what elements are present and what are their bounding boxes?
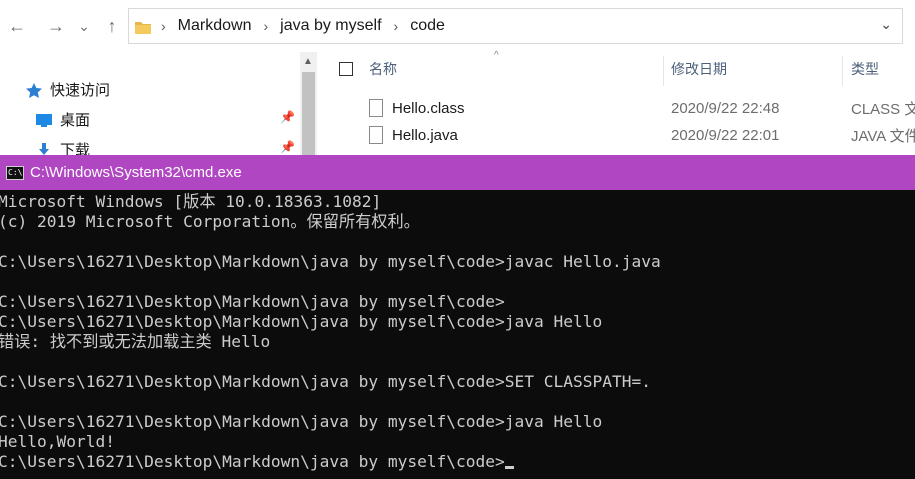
- star-icon: [26, 82, 42, 98]
- console-line: (c) 2019 Microsoft Corporation。保留所有权利。: [0, 212, 420, 231]
- console-line: C:\Users\16271\Desktop\Markdown\java by …: [0, 252, 661, 271]
- command-prompt-window[interactable]: C:\ C:\Windows\System32\cmd.exe Microsof…: [0, 155, 915, 479]
- chevron-right-icon: ›: [161, 18, 166, 34]
- file-date: 2020/9/22 22:48: [671, 99, 780, 117]
- console-line: Microsoft Windows [版本 10.0.18363.1082]: [0, 192, 382, 211]
- chevron-right-icon[interactable]: ›: [394, 18, 399, 34]
- sort-ascending-icon: ^: [494, 50, 499, 61]
- back-arrow-icon: ←: [8, 15, 26, 36]
- column-header-date[interactable]: 修改日期: [671, 52, 727, 86]
- sidebar-item-quick-access[interactable]: 快速访问: [26, 79, 110, 100]
- console-line: C:\Users\16271\Desktop\Markdown\java by …: [0, 412, 603, 431]
- up-arrow-icon: ↑: [107, 15, 117, 36]
- forward-button[interactable]: →: [43, 12, 69, 40]
- cmd-title-bar[interactable]: C:\ C:\Windows\System32\cmd.exe: [0, 155, 915, 190]
- console-line: Hello,World!: [0, 432, 115, 451]
- file-row[interactable]: Hello.class 2020/9/22 22:48 CLASS 文: [326, 95, 915, 121]
- column-header-label: 修改日期: [671, 61, 727, 77]
- chevron-down-icon[interactable]: ⌄: [880, 16, 892, 33]
- column-header-label: 类型: [851, 61, 879, 77]
- file-name: Hello.class: [392, 99, 465, 117]
- console-icon: C:\: [6, 165, 24, 180]
- file-icon: [369, 126, 383, 144]
- navigation-pane: 快速访问 桌面 📌 下载 📌: [0, 52, 320, 159]
- console-line: 错误: 找不到或无法加载主类 Hello: [0, 332, 271, 351]
- chevron-right-icon[interactable]: ›: [263, 18, 268, 34]
- breadcrumb-item[interactable]: java by myself: [280, 17, 381, 35]
- pin-icon[interactable]: 📌: [280, 110, 295, 124]
- column-header-type[interactable]: 类型: [851, 52, 879, 86]
- sidebar-item-label: 桌面: [60, 112, 91, 129]
- command-prompt-line[interactable]: C:\Users\16271\Desktop\Markdown\java by …: [0, 452, 915, 472]
- navigation-scrollbar[interactable]: ▲: [300, 52, 317, 155]
- file-type: JAVA 文件: [851, 127, 915, 145]
- breadcrumb-item[interactable]: Markdown: [178, 17, 252, 35]
- forward-arrow-icon: →: [47, 15, 65, 36]
- file-name: Hello.java: [392, 126, 458, 144]
- window-title: C:\Windows\System32\cmd.exe: [30, 164, 242, 181]
- column-divider[interactable]: [842, 56, 843, 86]
- sidebar-item-label: 快速访问: [50, 82, 111, 99]
- file-icon: [369, 99, 383, 117]
- breadcrumb-item[interactable]: code: [410, 17, 445, 35]
- sidebar-item-desktop[interactable]: 桌面: [36, 109, 90, 130]
- file-explorer-window: ← → ⌄ ↑ › Markdown › java by myself › co…: [0, 0, 915, 159]
- console-output[interactable]: Microsoft Windows [版本 10.0.18363.1082] (…: [0, 192, 915, 479]
- address-bar[interactable]: › Markdown › java by myself › code ⌄: [128, 8, 903, 44]
- file-date: 2020/9/22 22:01: [671, 126, 780, 144]
- scrollbar-thumb[interactable]: [302, 72, 315, 155]
- chevron-down-icon: ⌄: [78, 17, 90, 34]
- prompt-text: C:\Users\16271\Desktop\Markdown\java by …: [0, 452, 505, 471]
- folder-icon: [135, 20, 151, 34]
- file-list: ^ 名称 修改日期 类型 Hello.class 2020/9/22 22:48…: [326, 50, 915, 155]
- back-button[interactable]: ←: [4, 12, 30, 40]
- file-row[interactable]: Hello.java 2020/9/22 22:01 JAVA 文件: [326, 122, 915, 148]
- up-button[interactable]: ↑: [99, 12, 125, 40]
- console-line: C:\Users\16271\Desktop\Markdown\java by …: [0, 372, 651, 391]
- pin-icon[interactable]: 📌: [280, 140, 295, 154]
- select-all-checkbox[interactable]: [339, 62, 353, 76]
- recent-locations-button[interactable]: ⌄: [74, 12, 94, 40]
- scroll-up-icon[interactable]: ▲: [303, 56, 313, 67]
- desktop-icon: [36, 113, 52, 127]
- console-line: C:\Users\16271\Desktop\Markdown\java by …: [0, 312, 603, 331]
- column-header-label: 名称: [369, 61, 397, 77]
- file-type: CLASS 文: [851, 100, 915, 118]
- text-cursor: [504, 466, 514, 469]
- console-line: C:\Users\16271\Desktop\Markdown\java by …: [0, 292, 505, 311]
- column-header-name[interactable]: 名称: [369, 52, 397, 86]
- column-divider[interactable]: [663, 56, 664, 86]
